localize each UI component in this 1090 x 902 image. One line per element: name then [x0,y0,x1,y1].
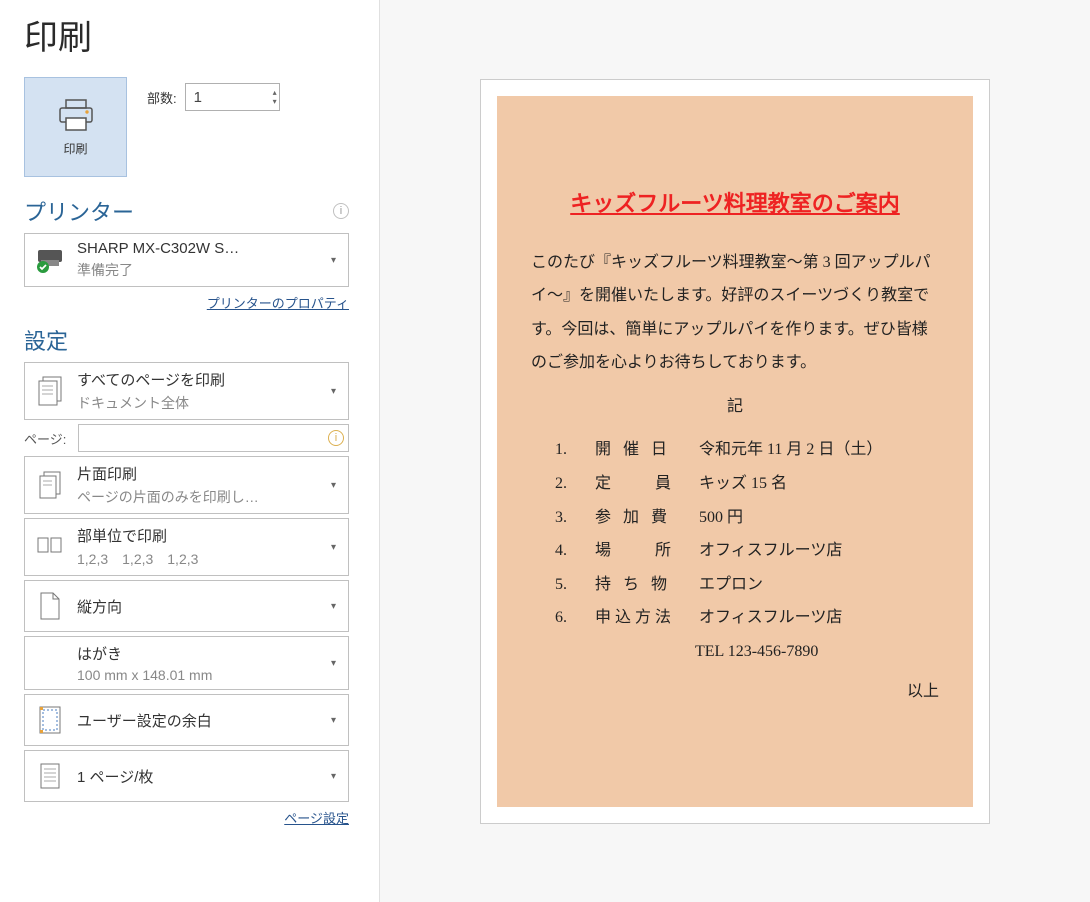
page-range-sub: ドキュメント全体 [77,393,317,413]
preview-document: キッズフルーツ料理教室のご案内 このたび『キッズフルーツ料理教室～第 3 回アッ… [497,96,973,807]
paper-select[interactable]: はがき 100 mm x 148.01 mm ▾ [24,636,349,690]
copies-stepper[interactable]: 1 ▴▾ [185,83,280,111]
info-icon[interactable]: i [333,203,349,219]
print-preview: キッズフルーツ料理教室のご案内 このたび『キッズフルーツ料理教室～第 3 回アッ… [480,79,990,824]
pages-icon [33,374,67,408]
doc-item-row: 5. 持 ち 物エプロン [555,568,939,602]
orientation-icon [33,590,67,622]
doc-item-value: オフィスフルーツ店 [699,601,939,635]
doc-tel: TEL 123-456-7890 [695,635,939,669]
chevron-down-icon: ▾ [327,601,340,612]
doc-item-label: 定 員 [595,467,677,501]
doc-item-row: 3. 参 加 費 500 円 [555,501,939,535]
doc-item-num: 4. [555,534,573,568]
doc-item-label: 参 加 費 [595,501,677,535]
chevron-down-icon: ▾ [327,255,340,266]
doc-item-value: オフィスフルーツ店 [699,534,939,568]
doc-item-num: 3. [555,501,573,535]
pages-per-sheet-select[interactable]: 1 ページ/枚 ▾ [24,750,349,802]
printer-status-icon [33,246,67,274]
orientation-select[interactable]: 縦方向 ▾ [24,580,349,632]
collate-select[interactable]: 部単位で印刷 1,2,3 1,2,3 1,2,3 ▾ [24,518,349,576]
margins-icon [33,704,67,736]
doc-item-label: 場 所 [595,534,677,568]
duplex-label: 片面印刷 [77,463,317,484]
doc-item-value: 500 円 [699,501,939,535]
pages-per-sheet-icon [33,760,67,792]
margins-label: ユーザー設定の余白 [77,710,317,731]
doc-item-num: 2. [555,467,573,501]
printer-properties-link[interactable]: プリンターのプロパティ [207,296,349,311]
settings-heading: 設定 [24,324,68,356]
doc-title: キッズフルーツ料理教室のご案内 [531,186,939,218]
collate-label: 部単位で印刷 [77,525,317,546]
doc-body: このたび『キッズフルーツ料理教室～第 3 回アップルパイ～』を開催いたします。好… [531,246,939,380]
page-setup-link[interactable]: ページ設定 [284,811,349,826]
print-button[interactable]: 印刷 [24,77,127,177]
doc-item-label: 開 催 日 [595,433,677,467]
printer-status: 準備完了 [77,260,317,280]
chevron-down-icon: ▾ [327,480,340,491]
chevron-down-icon: ▾ [327,386,340,397]
print-button-label: 印刷 [63,140,87,157]
copies-value: 1 [194,89,202,106]
collate-sub: 1,2,3 1,2,3 1,2,3 [77,549,317,569]
doc-item-value: 令和元年 11 月 2 日（土） [699,433,939,467]
collate-icon [33,532,67,562]
doc-item-row: 4. 場 所オフィスフルーツ店 [555,534,939,568]
doc-item-label: 持 ち 物 [595,568,677,602]
duplex-icon [33,468,67,502]
doc-ki: 記 [531,390,939,424]
doc-item-row: 2. 定 員キッズ 15 名 [555,467,939,501]
info-icon[interactable]: i [328,430,344,446]
paper-label: はがき [77,643,317,664]
pages-per-sheet-label: 1 ページ/枚 [77,766,317,787]
doc-item-row: 6. 申込方法オフィスフルーツ店 [555,601,939,635]
printer-name: SHARP MX-C302W S… [77,240,317,257]
printer-heading: プリンター [24,195,134,227]
copies-label: 部数: [147,88,177,107]
pages-input[interactable] [85,430,328,446]
page-title: 印刷 [24,10,349,59]
chevron-down-icon: ▾ [327,658,340,669]
doc-item-num: 5. [555,568,573,602]
page-range-select[interactable]: すべてのページを印刷 ドキュメント全体 ▾ [24,362,349,420]
paper-sub: 100 mm x 148.01 mm [77,667,317,683]
chevron-down-icon: ▾ [327,715,340,726]
doc-item-label: 申込方法 [595,601,677,635]
duplex-sub: ページの片面のみを印刷し… [77,487,317,507]
page-range-label: すべてのページを印刷 [77,369,317,390]
printer-icon [56,98,96,134]
spin-down-icon[interactable]: ▾ [273,97,277,106]
chevron-down-icon: ▾ [327,542,340,553]
margins-select[interactable]: ユーザー設定の余白 ▾ [24,694,349,746]
doc-item-num: 6. [555,601,573,635]
doc-item-row: 1. 開 催 日令和元年 11 月 2 日（土） [555,433,939,467]
orientation-label: 縦方向 [77,596,317,617]
printer-select[interactable]: SHARP MX-C302W S… 準備完了 ▾ [24,233,349,287]
pages-label: ページ: [24,429,70,448]
spin-up-icon[interactable]: ▴ [273,88,277,97]
chevron-down-icon: ▾ [327,771,340,782]
doc-closing: 以上 [531,675,939,709]
duplex-select[interactable]: 片面印刷 ページの片面のみを印刷し… ▾ [24,456,349,514]
doc-items: 1. 開 催 日令和元年 11 月 2 日（土） 2. 定 員キッズ 15 名 3. 参 … [555,433,939,635]
doc-item-num: 1. [555,433,573,467]
doc-item-value: エプロン [699,568,939,602]
doc-item-value: キッズ 15 名 [699,467,939,501]
